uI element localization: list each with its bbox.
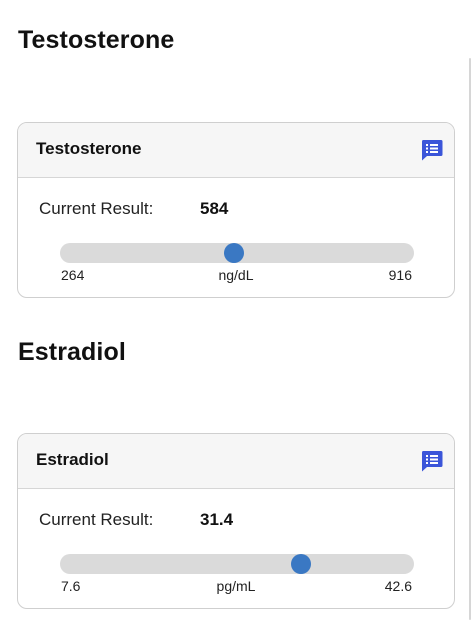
range-max-label: 916 — [388, 267, 412, 283]
range-max-label: 42.6 — [384, 578, 412, 594]
range-slider-thumb[interactable] — [290, 554, 311, 574]
card-header: Testosterone — [18, 123, 454, 178]
lab-results-page: Testosterone Testosterone Current Result… — [0, 0, 474, 620]
range-slider-track — [60, 554, 414, 574]
scrollbar[interactable] — [469, 58, 471, 620]
notes-icon[interactable] — [420, 449, 444, 473]
current-result-value: 584 — [200, 199, 229, 218]
current-result-value: 31.4 — [200, 510, 234, 529]
section-heading-estradiol: Estradiol — [18, 338, 126, 366]
result-card-testosterone: Testosterone Current Result: 584 264 ng/… — [17, 122, 455, 298]
current-result-label: Current Result: — [39, 199, 154, 218]
notes-icon[interactable] — [420, 138, 444, 162]
range-slider-track — [60, 243, 414, 263]
range-slider-thumb[interactable] — [223, 243, 244, 263]
result-card-estradiol: Estradiol Current Result: 31.4 7.6 pg/mL… — [17, 433, 455, 609]
card-header: Estradiol — [18, 434, 454, 489]
card-title: Testosterone — [36, 139, 142, 158]
current-result-label: Current Result: — [39, 510, 154, 529]
section-heading-testosterone: Testosterone — [18, 26, 175, 54]
card-title: Estradiol — [36, 450, 109, 469]
